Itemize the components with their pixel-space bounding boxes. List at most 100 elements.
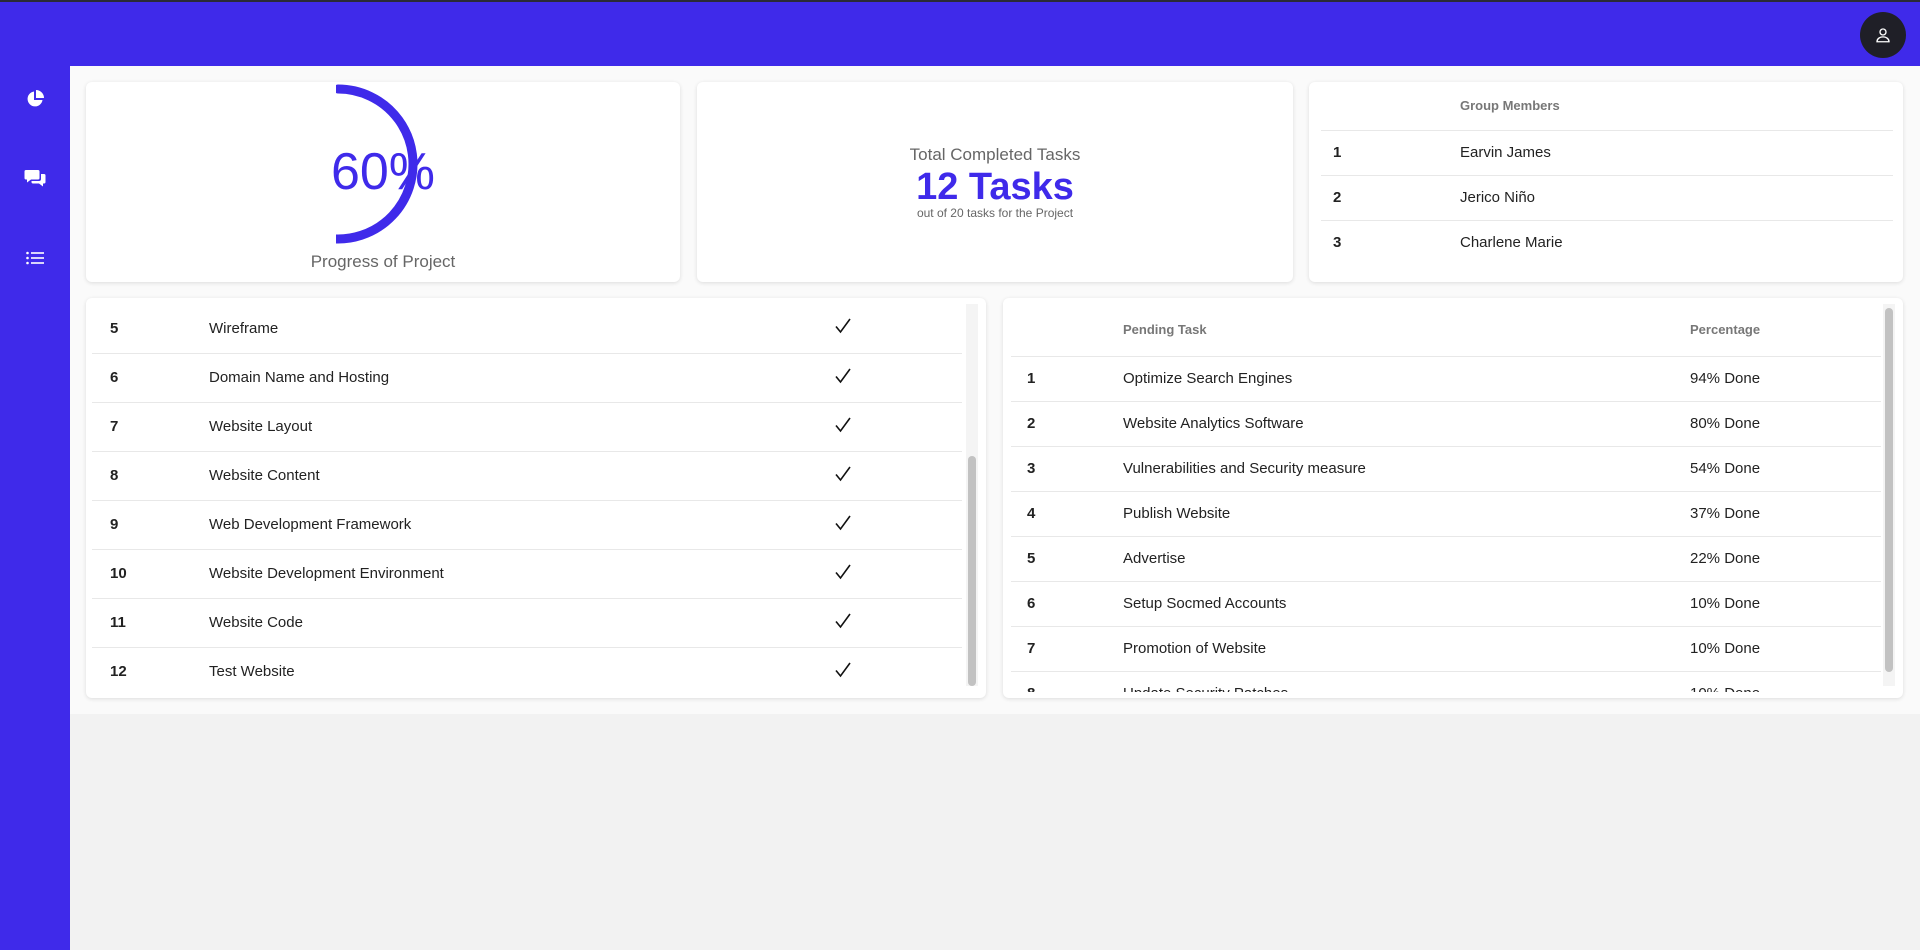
- check-icon: [835, 466, 851, 481]
- table-row: 9 Web Development Framework: [92, 500, 962, 549]
- check-icon: [835, 613, 851, 628]
- table-row: 2 Website Analytics Software 80% Done: [1011, 401, 1881, 446]
- table-row: 1 Earvin James: [1321, 130, 1893, 175]
- member-name: Jerico Niño: [1460, 189, 1536, 206]
- task-name: Domain Name and Hosting: [209, 369, 390, 386]
- scrollbar-thumb[interactable]: [1885, 308, 1893, 672]
- table-header-row: Group Members: [1321, 82, 1893, 130]
- task-name: Test Website: [209, 663, 295, 681]
- task-number: 7: [110, 418, 119, 435]
- table-row: 6 Setup Socmed Accounts 10% Done: [1011, 581, 1881, 626]
- sidebar-item-tasks[interactable]: [23, 246, 47, 270]
- task-percentage: 22% Done: [1690, 550, 1761, 567]
- member-number: 1: [1333, 144, 1342, 161]
- task-percentage: 54% Done: [1690, 460, 1761, 477]
- member-name: Earvin James: [1460, 144, 1551, 161]
- scrollbar-track[interactable]: [966, 304, 978, 686]
- sidebar-item-dashboard[interactable]: [23, 87, 47, 111]
- task-percentage: 94% Done: [1690, 370, 1761, 387]
- task-name: Web Development Framework: [209, 516, 412, 533]
- completed-task-table: 5 Wireframe 6 Domain Name and Hosting 7 …: [92, 304, 962, 692]
- task-number: 12: [110, 663, 127, 681]
- table-row: 1 Optimize Search Engines 94% Done: [1011, 356, 1881, 401]
- table-row: 2 Jerico Niño: [1321, 175, 1893, 220]
- table-row: 7 Website Layout: [92, 402, 962, 451]
- member-name: Charlene Marie: [1460, 234, 1563, 252]
- progress-label: Progress of Project: [310, 252, 456, 271]
- table-row: 6 Domain Name and Hosting: [92, 353, 962, 402]
- table-row: 4 Publish Website 37% Done: [1011, 491, 1881, 536]
- check-icon: [835, 417, 851, 432]
- task-number: 8: [1011, 671, 1123, 692]
- task-percentage: 10% Done: [1690, 595, 1761, 612]
- task-number: 1: [1027, 370, 1036, 387]
- task-number: 7: [1027, 640, 1036, 657]
- project-progress-card: 60% Progress of Project: [86, 82, 680, 282]
- table-row: 3 Vulnerabilities and Security measure 5…: [1011, 446, 1881, 491]
- table-header-row: Pending Task Percentage: [1011, 304, 1881, 356]
- table-row: 5 Advertise 22% Done: [1011, 536, 1881, 581]
- group-members-table: Group Members 1 Earvin James 2 Jerico Ni…: [1321, 82, 1893, 265]
- group-members-card: Group Members 1 Earvin James 2 Jerico Ni…: [1309, 82, 1903, 282]
- group-members-header: Group Members: [1460, 98, 1560, 114]
- member-number: 2: [1333, 189, 1342, 206]
- task-name: Update Security Patches: [1123, 671, 1690, 692]
- table-row: 8 Website Content: [92, 451, 962, 500]
- member-number: 3: [1333, 234, 1342, 252]
- task-number: 9: [110, 516, 119, 533]
- task-number: 3: [1027, 460, 1036, 477]
- top-bar: [0, 0, 1920, 66]
- completed-tasks-title: Total Completed Tasks: [909, 145, 1081, 164]
- pie-chart-icon: [27, 90, 44, 107]
- task-name: Optimize Search Engines: [1123, 370, 1293, 387]
- list-icon: [26, 251, 44, 265]
- chat-bubbles-icon: [24, 170, 46, 187]
- check-icon: [835, 368, 851, 383]
- table-row: 5 Wireframe: [92, 304, 962, 353]
- completed-tasks-card: Total Completed Tasks 12 Tasks out of 20…: [697, 82, 1293, 282]
- task-name: Publish Website: [1123, 505, 1231, 522]
- check-icon: [835, 662, 851, 678]
- task-number: 6: [110, 369, 119, 386]
- task-number: 8: [110, 467, 119, 484]
- task-name: Promotion of Website: [1123, 640, 1267, 657]
- pending-task-list-scroll[interactable]: Pending Task Percentage 1 Optimize Searc…: [1011, 304, 1881, 692]
- pending-task-table: Pending Task Percentage 1 Optimize Searc…: [1011, 304, 1881, 692]
- percentage-header: Percentage: [1690, 322, 1761, 338]
- pending-tasks-card: Pending Task Percentage 1 Optimize Searc…: [1003, 298, 1903, 698]
- task-percentage: 10% Done: [1690, 640, 1761, 657]
- completed-task-list-scroll[interactable]: 5 Wireframe 6 Domain Name and Hosting 7 …: [92, 304, 978, 692]
- task-name: Website Layout: [209, 418, 313, 435]
- table-row: 10 Website Development Environment: [92, 549, 962, 598]
- progress-percentage: 60%: [330, 143, 436, 201]
- task-number: 10: [110, 565, 127, 582]
- sidebar: [0, 66, 70, 950]
- check-icon: [835, 564, 851, 579]
- user-icon: [1876, 28, 1890, 43]
- task-name: Vulnerabilities and Security measure: [1123, 460, 1366, 477]
- main-content: 60% Progress of Project Total Completed …: [70, 66, 1920, 714]
- completed-tasks-count: 12 Tasks: [916, 166, 1074, 208]
- task-number: 11: [110, 614, 126, 631]
- task-number: 2: [1027, 415, 1036, 432]
- task-number: 6: [1027, 595, 1036, 612]
- task-name: Advertise: [1123, 550, 1186, 567]
- pending-task-header: Pending Task: [1123, 322, 1207, 338]
- completed-task-list-card: 5 Wireframe 6 Domain Name and Hosting 7 …: [86, 298, 986, 698]
- task-number: 5: [1027, 550, 1036, 567]
- table-row: 3 Charlene Marie: [1321, 220, 1893, 265]
- table-row: 7 Promotion of Website 10% Done: [1011, 626, 1881, 671]
- sidebar-item-chat[interactable]: [23, 166, 47, 190]
- scrollbar-thumb[interactable]: [968, 456, 976, 686]
- task-name: Website Content: [209, 467, 320, 484]
- table-row: 11 Website Code: [92, 598, 962, 647]
- task-name: Website Development Environment: [209, 565, 444, 582]
- scrollbar-track[interactable]: [1883, 304, 1895, 686]
- table-row: 8 Update Security Patches 10% Done: [1011, 671, 1881, 692]
- user-menu-button[interactable]: [1860, 12, 1906, 58]
- check-icon: [835, 515, 851, 530]
- task-percentage: 10% Done: [1690, 671, 1881, 692]
- task-percentage: 37% Done: [1690, 505, 1761, 522]
- task-number: 5: [110, 319, 119, 337]
- task-name: Website Analytics Software: [1123, 415, 1304, 432]
